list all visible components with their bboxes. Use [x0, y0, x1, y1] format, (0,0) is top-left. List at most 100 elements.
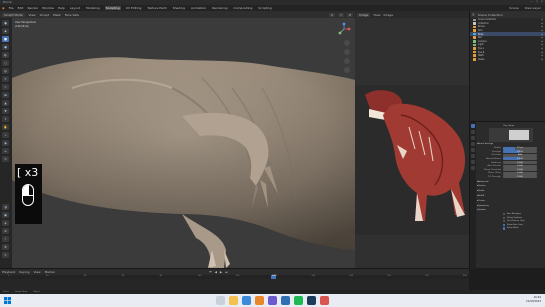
- ortho-toggle-icon[interactable]: [344, 67, 350, 73]
- pan-icon[interactable]: [344, 49, 350, 55]
- current-frame-indicator[interactable]: 140: [271, 275, 277, 279]
- blob-brush-icon[interactable]: ◍: [2, 68, 9, 74]
- navigation-gizmo[interactable]: [337, 22, 351, 36]
- box-mask-icon[interactable]: ▣: [2, 212, 9, 218]
- visibility-eye-icon[interactable]: ◉: [541, 36, 543, 39]
- menu-edit[interactable]: Edit: [18, 6, 24, 10]
- outliner-row[interactable]: Claws ◉: [470, 58, 545, 62]
- tab-texture-paint[interactable]: Texture Paint: [146, 6, 167, 10]
- menu-keying[interactable]: Keying: [19, 270, 29, 274]
- tab-modeling[interactable]: Modeling: [85, 6, 101, 10]
- editor-type-image-icon[interactable]: Image: [357, 12, 371, 17]
- tab-shading[interactable]: Shading: [172, 6, 186, 10]
- value-slider[interactable]: 0.000: [503, 161, 537, 165]
- value-slider[interactable]: 0.000: [503, 175, 537, 179]
- store-icon[interactable]: [281, 296, 290, 305]
- clay-strips-brush-icon[interactable]: ■: [2, 36, 9, 42]
- clay-brush-icon[interactable]: ●: [2, 44, 9, 50]
- tab-layout[interactable]: Layout: [69, 6, 81, 10]
- menu-view[interactable]: View: [29, 13, 36, 17]
- face-sets-icon[interactable]: ◈: [2, 220, 9, 226]
- mesh-filter-icon[interactable]: ⊕: [2, 228, 9, 234]
- draw-sharp-brush-icon[interactable]: ◆: [2, 28, 9, 34]
- tab-sculpting[interactable]: Sculpting: [104, 6, 121, 10]
- cloth-filter-icon[interactable]: ⌇: [2, 236, 9, 242]
- snake-hook-brush-icon[interactable]: ∿: [2, 132, 9, 138]
- nudge-brush-icon[interactable]: ➜: [2, 148, 9, 154]
- property-section-header[interactable]: ▸ Advanced: [477, 180, 545, 184]
- menu-face-sets[interactable]: Face Sets: [65, 13, 79, 17]
- tool-tab-icon[interactable]: [471, 124, 475, 128]
- crease-brush-icon[interactable]: ✕: [2, 76, 9, 82]
- symmetry-y-toggle[interactable]: Y: [338, 12, 344, 17]
- zoom-icon[interactable]: [344, 40, 350, 46]
- value-slider[interactable]: 0.500: [503, 150, 537, 154]
- camera-view-icon[interactable]: [344, 58, 350, 64]
- photoshop-icon[interactable]: [307, 296, 316, 305]
- draw-brush-icon[interactable]: ●: [2, 20, 9, 26]
- chat-app-icon[interactable]: [268, 296, 277, 305]
- flatten-brush-icon[interactable]: ▬: [2, 92, 9, 98]
- menu-help[interactable]: Help: [58, 6, 65, 10]
- property-section-header[interactable]: ▸ Cursor: [477, 199, 545, 203]
- mail-icon[interactable]: [320, 296, 329, 305]
- menu-image[interactable]: Image: [384, 13, 393, 17]
- smooth-brush-icon[interactable]: ≈: [2, 84, 9, 90]
- checkbox-icon[interactable]: [503, 227, 506, 230]
- material-tab-icon[interactable]: [471, 166, 475, 170]
- menu-timeline-view[interactable]: View: [33, 270, 40, 274]
- option-checkbox[interactable]: Show Mask: [477, 227, 545, 231]
- output-tab-icon[interactable]: [471, 136, 475, 140]
- browser-icon[interactable]: [242, 296, 251, 305]
- image-editor-panel[interactable]: Image View Image: [355, 11, 469, 268]
- object-tab-icon[interactable]: [471, 154, 475, 158]
- menu-file[interactable]: File: [9, 6, 14, 10]
- scrape-brush-icon[interactable]: ▼: [2, 108, 9, 114]
- value-slider[interactable]: 0.000: [503, 168, 537, 172]
- view-layer-selector[interactable]: View Layer: [525, 6, 541, 10]
- menu-render[interactable]: Render: [27, 6, 38, 10]
- menu-playback[interactable]: Playback: [2, 270, 15, 274]
- value-slider[interactable]: 0.000: [503, 164, 537, 168]
- visibility-eye-icon[interactable]: ◉: [541, 29, 543, 32]
- rotate-brush-icon[interactable]: ↻: [2, 156, 9, 162]
- property-section-header[interactable]: ▸ Stroke: [477, 189, 545, 193]
- timeline-ruler[interactable]: 0 20 40 60 80 100 120 140 160 180 200 220 240: [0, 275, 469, 279]
- properties-panel[interactable]: Clay Strips ▾ Brush Settings Radius 57 px…: [469, 121, 545, 269]
- symmetry-z-toggle[interactable]: Z: [346, 12, 353, 17]
- search-icon[interactable]: [216, 296, 225, 305]
- visibility-eye-icon[interactable]: ◉: [541, 58, 543, 61]
- symmetry-x-toggle[interactable]: X: [329, 12, 336, 17]
- visibility-eye-icon[interactable]: ◉: [541, 51, 543, 54]
- grab-brush-icon[interactable]: ✋: [2, 124, 9, 130]
- layer-brush-icon[interactable]: ◐: [2, 52, 9, 58]
- menu-marker[interactable]: Marker: [45, 270, 55, 274]
- tab-compositing[interactable]: Compositing: [233, 6, 254, 10]
- property-section-header[interactable]: ▸ Falloff: [477, 194, 545, 198]
- render-tab-icon[interactable]: [471, 130, 475, 134]
- tab-animation[interactable]: Animation: [190, 6, 207, 10]
- file-explorer-icon[interactable]: [229, 296, 238, 305]
- tab-scripting[interactable]: Scripting: [257, 6, 272, 10]
- scene-selector[interactable]: Scene: [509, 6, 518, 10]
- visibility-eye-icon[interactable]: ◉: [541, 47, 543, 50]
- inflate-brush-icon[interactable]: ○: [2, 60, 9, 66]
- visibility-eye-icon[interactable]: ◉: [541, 18, 543, 21]
- blender-logo-icon[interactable]: ◉: [2, 6, 5, 10]
- pinch-brush-icon[interactable]: ✦: [2, 116, 9, 122]
- menu-view-image[interactable]: View: [373, 13, 380, 17]
- outliner-panel[interactable]: ☰ Scene Collection Scene Collection ◉ Col…: [469, 11, 545, 121]
- value-slider[interactable]: 57 px: [503, 146, 537, 150]
- visibility-eye-icon[interactable]: ◉: [541, 33, 543, 36]
- visibility-eye-icon[interactable]: ◉: [541, 43, 543, 46]
- blender-app-icon[interactable]: [255, 296, 264, 305]
- minimize-button[interactable]: —: [530, 0, 532, 3]
- music-app-icon[interactable]: [294, 296, 303, 305]
- thumb-brush-icon[interactable]: ◉: [2, 140, 9, 146]
- value-slider[interactable]: 0.000: [503, 171, 537, 175]
- tab-uv-editing[interactable]: UV Editing: [125, 6, 143, 10]
- close-button[interactable]: ✕: [541, 0, 543, 3]
- modifier-tab-icon[interactable]: [471, 160, 475, 164]
- mask-brush-icon[interactable]: ◑: [2, 204, 9, 210]
- mode-selector[interactable]: Sculpt Mode: [2, 12, 25, 17]
